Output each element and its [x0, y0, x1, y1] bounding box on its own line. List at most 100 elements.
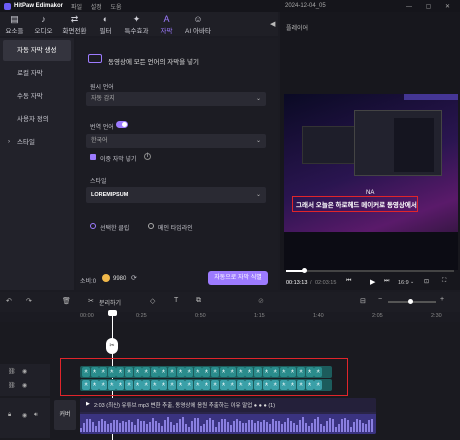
link-icon[interactable]: ⛓: [8, 368, 16, 375]
volume-icon[interactable]: 🔊︎: [34, 412, 38, 419]
total-time: 02:03:15: [315, 280, 337, 286]
menu-help[interactable]: 도움: [110, 5, 121, 11]
lock-icon[interactable]: 🔒︎: [8, 412, 11, 419]
nav-manual-subtitle[interactable]: 수동 자막: [3, 86, 71, 107]
tool-audio[interactable]: ♪ 오디오: [29, 12, 58, 36]
waveform-bar: [365, 424, 367, 432]
zoom-slider[interactable]: [388, 299, 436, 304]
radio-selected-clip-label: 선택한 클립: [100, 226, 130, 232]
info-icon[interactable]: i: [144, 153, 151, 160]
translate-toggle[interactable]: [116, 121, 128, 128]
progress-track[interactable]: [286, 268, 454, 273]
prev-frame-icon[interactable]: ⏮: [346, 278, 351, 285]
next-frame-icon[interactable]: ⏭: [384, 278, 389, 285]
delete-icon[interactable]: 🗑︎: [62, 297, 71, 305]
waveform-bar: [137, 419, 139, 432]
play-icon[interactable]: ▶: [370, 278, 375, 286]
snapshot-icon[interactable]: ⊡: [424, 278, 429, 285]
effects-icon: ✦: [132, 14, 141, 24]
waveform-bar: [194, 418, 196, 432]
text-icon[interactable]: T: [174, 297, 178, 304]
waveform-bar: [302, 417, 304, 432]
zoom-in-icon[interactable]: +: [440, 296, 444, 303]
nav-custom[interactable]: 사용자 정의: [3, 109, 71, 130]
waveform-bar: [362, 422, 364, 432]
cover-button[interactable]: 커버: [54, 400, 76, 430]
waveform-bar: [278, 421, 280, 432]
eye-icon[interactable]: ◉: [22, 382, 27, 389]
timeline-tracks: ⛓ ◉ ⛓ ◉ 🔒︎ ◉ 🔊︎ 커버 ✂ ㅊㅊㅊㅊㅊㅊㅊㅊㅊㅊㅊㅊㅊㅊㅊㅊㅊㅊㅊ…: [0, 310, 460, 440]
waveform-bar: [347, 420, 349, 432]
waveform-bar: [263, 420, 265, 432]
waveform-bar: [191, 421, 193, 432]
progress-handle[interactable]: [302, 268, 307, 273]
link-icon[interactable]: ⛓: [8, 382, 16, 389]
eye-icon[interactable]: ◉: [22, 412, 27, 419]
radio-main-timeline[interactable]: [148, 223, 154, 229]
split-label[interactable]: 분리하기: [99, 298, 121, 307]
waveform-bar: [140, 421, 142, 432]
translate-language-select[interactable]: 한국어 ⌄: [86, 134, 266, 148]
playhead-handle[interactable]: [108, 310, 117, 316]
timeline-ruler[interactable]: 00:00 0:25 0:50 1:15 1:40 2:05 2:30: [80, 312, 460, 322]
dual-subtitle-checkbox[interactable]: [90, 154, 96, 160]
zoom-fit-icon[interactable]: ⊟: [360, 297, 366, 305]
generate-subtitle-button[interactable]: 자동으로 자막 식별: [208, 271, 268, 285]
waveform-bar: [356, 419, 358, 432]
tool-filter[interactable]: ◐ 필터: [91, 12, 120, 36]
waveform-bar: [158, 422, 160, 432]
zoom-out-icon[interactable]: −: [378, 296, 382, 303]
waveform-bar: [128, 420, 130, 432]
more-tools-icon[interactable]: ◀: [270, 20, 275, 28]
crop-icon[interactable]: ⧉: [196, 297, 201, 305]
waveform-bar: [350, 426, 352, 432]
waveform-bar: [209, 418, 211, 432]
mute-icon[interactable]: ⊘: [258, 297, 264, 305]
style-select[interactable]: LOREMIPSUM ⌄: [86, 187, 266, 203]
menu-settings[interactable]: 설정: [91, 5, 102, 11]
refresh-icon[interactable]: ⟳: [131, 274, 137, 282]
tool-effects[interactable]: ✦ 특수효과: [120, 12, 153, 36]
ruler-tick: 0:25: [136, 313, 147, 319]
waveform-bar: [326, 420, 328, 432]
tool-ai-avatar[interactable]: ☺ AI 아바타: [180, 12, 216, 36]
filter-icon: ◐: [102, 14, 109, 24]
waveform-bar: [146, 423, 148, 432]
aspect-ratio-select[interactable]: 16:9: [398, 280, 409, 286]
waveform-bar: [224, 419, 226, 432]
tool-subtitle[interactable]: A 자막: [153, 12, 180, 36]
marker-icon[interactable]: ◇: [150, 297, 155, 305]
waveform-bar: [275, 421, 277, 432]
redo-icon[interactable]: ↷: [26, 297, 32, 305]
waveform-bar: [188, 426, 190, 432]
source-language-select[interactable]: 자동 감지 ⌄: [86, 92, 266, 106]
tool-elements[interactable]: ▤ 요소들: [0, 12, 29, 36]
waveform-bar: [248, 420, 250, 432]
app-logo: [4, 2, 11, 10]
chevron-down-icon[interactable]: ⌄: [410, 279, 414, 285]
video-clip[interactable]: ▶ 2:03 (최신) 유튜브 mp3 변환 추출, 동영상에 음원 추출하는 …: [80, 398, 376, 434]
waveform-bar: [125, 421, 127, 432]
radio-main-timeline-label: 메인 타임라인: [158, 226, 193, 232]
undo-icon[interactable]: ↶: [6, 297, 12, 305]
menu-file[interactable]: 파일: [71, 5, 82, 11]
ruler-tick: 1:40: [313, 313, 324, 319]
nav-auto-subtitle[interactable]: 자동 자막 생성: [3, 40, 71, 61]
fullscreen-icon[interactable]: ⛶: [442, 278, 446, 285]
nav-style[interactable]: › 스타일: [3, 132, 71, 153]
split-icon[interactable]: ✂: [88, 297, 94, 305]
tool-transition[interactable]: ⇄ 화면전환: [58, 12, 91, 36]
elements-icon: ▤: [10, 14, 19, 24]
waveform-bar: [107, 423, 109, 432]
ruler-tick: 0:50: [195, 313, 206, 319]
split-marker-icon[interactable]: ✂: [106, 338, 118, 354]
nav-local-subtitle[interactable]: 로컬 자막: [3, 63, 71, 84]
chevron-down-icon: ⌄: [255, 192, 261, 198]
waveform-bar: [215, 427, 217, 432]
window-controls[interactable]: — ▢ ✕: [406, 3, 456, 10]
zoom-handle[interactable]: [408, 299, 413, 304]
waveform-bar: [203, 424, 205, 432]
radio-selected-clip[interactable]: [90, 223, 96, 229]
eye-icon[interactable]: ◉: [22, 368, 27, 375]
current-time: 00:13:13: [286, 280, 308, 286]
